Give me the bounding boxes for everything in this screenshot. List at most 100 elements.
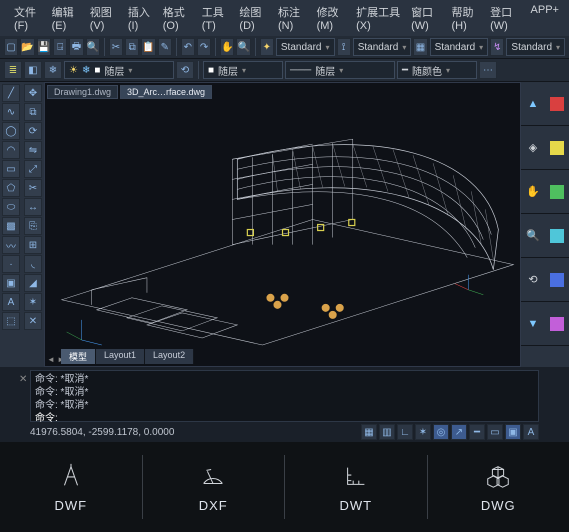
menu-ext[interactable]: 扩展工具(X) <box>352 2 405 34</box>
menu-view[interactable]: 视图(V) <box>86 2 122 34</box>
table-style-icon[interactable]: ▦ <box>413 38 427 56</box>
rect-tool-icon[interactable]: ▭ <box>2 160 20 178</box>
color-blue[interactable] <box>545 258 569 302</box>
copy-icon[interactable]: ⧉ <box>125 38 139 56</box>
model-toggle-icon[interactable]: ▣ <box>505 424 521 440</box>
menu-tools[interactable]: 工具(T) <box>198 2 234 34</box>
pline-tool-icon[interactable]: ∿ <box>2 103 20 121</box>
open-icon[interactable]: 📂 <box>20 38 34 56</box>
polar-toggle-icon[interactable]: ✶ <box>415 424 431 440</box>
circle-tool-icon[interactable]: ◯ <box>2 122 20 140</box>
format-dwf[interactable]: DWF <box>0 455 143 519</box>
ellipse-tool-icon[interactable]: ⬭ <box>2 198 20 216</box>
mleader-icon[interactable]: ↯ <box>490 38 504 56</box>
snap-toggle-icon[interactable]: ▦ <box>361 424 377 440</box>
match-icon[interactable]: ✎ <box>158 38 172 56</box>
table-style-dropdown[interactable]: Standard▾ <box>430 38 489 56</box>
color-yellow[interactable] <box>545 126 569 170</box>
copy-tool-icon[interactable]: ⧉ <box>24 103 42 121</box>
polygon-tool-icon[interactable]: ⬠ <box>2 179 20 197</box>
print-icon[interactable]: 🖶 <box>69 38 83 56</box>
doc-tab-1[interactable]: Drawing1.dwg <box>47 85 118 99</box>
line-tool-icon[interactable]: ╱ <box>2 84 20 102</box>
scale-tool-icon[interactable]: ⤢ <box>24 160 42 178</box>
drawing-viewport[interactable]: Drawing1.dwg 3D_Arc…rface.dwg <box>44 82 521 367</box>
dim-style-icon[interactable]: ⟟ <box>337 38 351 56</box>
redo-icon[interactable]: ↷ <box>197 38 211 56</box>
move-tool-icon[interactable]: ✥ <box>24 84 42 102</box>
text-tool-icon[interactable]: A <box>2 293 20 311</box>
orbit-icon[interactable]: ⟲ <box>521 258 545 302</box>
nav-bottom-icon[interactable]: ▼ <box>521 302 545 346</box>
grid-toggle-icon[interactable]: ▥ <box>379 424 395 440</box>
point-tool-icon[interactable]: · <box>2 255 20 273</box>
zoom-small-icon[interactable]: 🔍 <box>521 214 545 258</box>
paste-icon[interactable]: 📋 <box>141 38 155 56</box>
layer-freeze-icon[interactable]: ❄ <box>44 61 62 79</box>
menu-format[interactable]: 格式(O) <box>159 2 196 34</box>
lwt-toggle-icon[interactable]: ━ <box>469 424 485 440</box>
chamfer-tool-icon[interactable]: ◢ <box>24 274 42 292</box>
text-style-dropdown[interactable]: Standard▾ <box>276 38 335 56</box>
fillet-tool-icon[interactable]: ◟ <box>24 255 42 273</box>
color-cyan[interactable] <box>545 214 569 258</box>
erase-tool-icon[interactable]: ✕ <box>24 312 42 330</box>
explode-tool-icon[interactable]: ✶ <box>24 293 42 311</box>
format-dwt[interactable]: DWT <box>285 455 428 519</box>
spline-tool-icon[interactable]: 〰 <box>2 236 20 254</box>
menu-file[interactable]: 文件(F) <box>10 2 46 34</box>
arc-tool-icon[interactable]: ◠ <box>2 141 20 159</box>
undo-icon[interactable]: ↶ <box>181 38 195 56</box>
osnap-toggle-icon[interactable]: ◎ <box>433 424 449 440</box>
dyn-toggle-icon[interactable]: ▭ <box>487 424 503 440</box>
anno-toggle-icon[interactable]: A <box>523 424 539 440</box>
linetype-manager-icon[interactable]: ⋯ <box>479 61 497 79</box>
style-icon[interactable]: ✦ <box>260 38 274 56</box>
layer-manager-icon[interactable]: ≣ <box>4 61 22 79</box>
save-icon[interactable]: 💾 <box>37 38 51 56</box>
dim-style-dropdown[interactable]: Standard▾ <box>353 38 412 56</box>
otrack-toggle-icon[interactable]: ↗ <box>451 424 467 440</box>
hatch-tool-icon[interactable]: ▩ <box>2 217 20 235</box>
mleader-dropdown[interactable]: Standard▾ <box>506 38 565 56</box>
menu-dim[interactable]: 标注(N) <box>274 2 311 34</box>
block-tool-icon[interactable]: ▣ <box>2 274 20 292</box>
menu-help[interactable]: 帮助(H) <box>448 2 485 34</box>
view-cube-icon[interactable]: ◈ <box>521 126 545 170</box>
ortho-toggle-icon[interactable]: ∟ <box>397 424 413 440</box>
tab-layout1[interactable]: Layout1 <box>96 349 145 364</box>
menu-window[interactable]: 窗口(W) <box>407 2 445 34</box>
menu-draw[interactable]: 绘图(D) <box>235 2 272 34</box>
lineweight-dropdown[interactable]: ━ 随颜色 ▾ <box>397 61 477 79</box>
array-tool-icon[interactable]: ⊞ <box>24 236 42 254</box>
region-tool-icon[interactable]: ⬚ <box>2 312 20 330</box>
menu-window2[interactable]: 登口(W) <box>486 2 524 34</box>
menu-app[interactable]: APP+ <box>527 2 563 34</box>
offset-tool-icon[interactable]: ⎘ <box>24 217 42 235</box>
saveas-icon[interactable]: ⍈ <box>53 38 67 56</box>
menu-modify[interactable]: 修改(M) <box>313 2 351 34</box>
trim-tool-icon[interactable]: ✂ <box>24 179 42 197</box>
menu-edit[interactable]: 编辑(E) <box>48 2 84 34</box>
color-dropdown[interactable]: ■ 随层 ▾ <box>203 61 283 79</box>
layer-state-icon[interactable]: ◧ <box>24 61 42 79</box>
pan-icon[interactable]: ✋ <box>220 38 234 56</box>
new-icon[interactable]: ▢ <box>4 38 18 56</box>
format-dxf[interactable]: DXF <box>143 455 286 519</box>
close-icon[interactable]: ✕ <box>19 373 27 386</box>
nav-top-icon[interactable]: ▲ <box>521 82 545 126</box>
layer-prev-icon[interactable]: ⟲ <box>176 61 194 79</box>
color-red[interactable] <box>545 82 569 126</box>
doc-tab-2[interactable]: 3D_Arc…rface.dwg <box>120 85 212 99</box>
linetype-dropdown[interactable]: ─── 随层 ▾ <box>285 61 395 79</box>
pan-small-icon[interactable]: ✋ <box>521 170 545 214</box>
color-magenta[interactable] <box>545 302 569 346</box>
tab-layout2[interactable]: Layout2 <box>145 349 194 364</box>
format-dwg[interactable]: DWG <box>428 455 569 519</box>
command-panel[interactable]: ✕ 命令: *取消* 命令: *取消* 命令: *取消* 命令: <box>30 370 539 422</box>
menu-insert[interactable]: 插入(I) <box>124 2 157 34</box>
extend-tool-icon[interactable]: ↔ <box>24 198 42 216</box>
preview-icon[interactable]: 🔍 <box>86 38 100 56</box>
color-green[interactable] <box>545 170 569 214</box>
cmd-prompt[interactable]: 命令: <box>35 412 534 425</box>
